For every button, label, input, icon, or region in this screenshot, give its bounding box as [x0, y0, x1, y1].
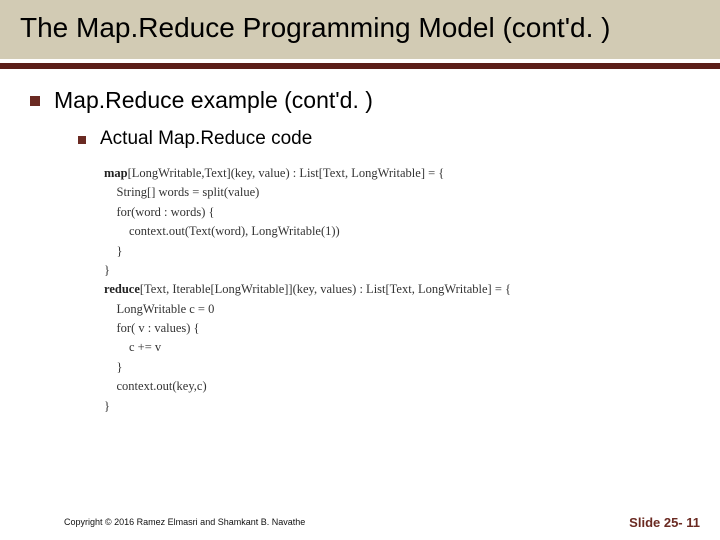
- code-line: LongWritable c = 0: [104, 302, 214, 316]
- bullet-level1: Map.Reduce example (cont'd. ): [30, 87, 720, 114]
- code-block: map[LongWritable,Text](key, value) : Lis…: [104, 164, 720, 416]
- code-line: }: [104, 399, 110, 413]
- code-line: context.out(Text(word), LongWritable(1)): [104, 224, 340, 238]
- footer: Copyright © 2016 Ramez Elmasri and Shamk…: [0, 510, 720, 540]
- content-area: Map.Reduce example (cont'd. ) Actual Map…: [0, 69, 720, 540]
- bullet-level1-text: Map.Reduce example (cont'd. ): [54, 87, 373, 114]
- code-line: context.out(key,c): [104, 379, 207, 393]
- code-line: String[] words = split(value): [104, 185, 259, 199]
- slide: The Map.Reduce Programming Model (cont'd…: [0, 0, 720, 540]
- code-line: for( v : values) {: [104, 321, 200, 335]
- square-bullet-icon: [30, 96, 40, 106]
- bullet-level2-text: Actual Map.Reduce code: [100, 128, 312, 150]
- code-line: [Text, Iterable[LongWritable]](key, valu…: [140, 282, 511, 296]
- bullet-level2: Actual Map.Reduce code: [78, 128, 720, 150]
- title-band: The Map.Reduce Programming Model (cont'd…: [0, 0, 720, 59]
- code-line: }: [104, 360, 123, 374]
- code-line: for(word : words) {: [104, 205, 215, 219]
- code-line: c += v: [104, 340, 161, 354]
- slide-number: Slide 25- 11: [629, 515, 700, 530]
- code-line: }: [104, 263, 110, 277]
- code-keyword-map: map: [104, 166, 128, 180]
- square-bullet-icon: [78, 136, 86, 144]
- code-line: [LongWritable,Text](key, value) : List[T…: [128, 166, 445, 180]
- code-line: }: [104, 244, 123, 258]
- copyright-text: Copyright © 2016 Ramez Elmasri and Shamk…: [64, 517, 305, 527]
- code-keyword-reduce: reduce: [104, 282, 140, 296]
- slide-title: The Map.Reduce Programming Model (cont'd…: [20, 10, 700, 45]
